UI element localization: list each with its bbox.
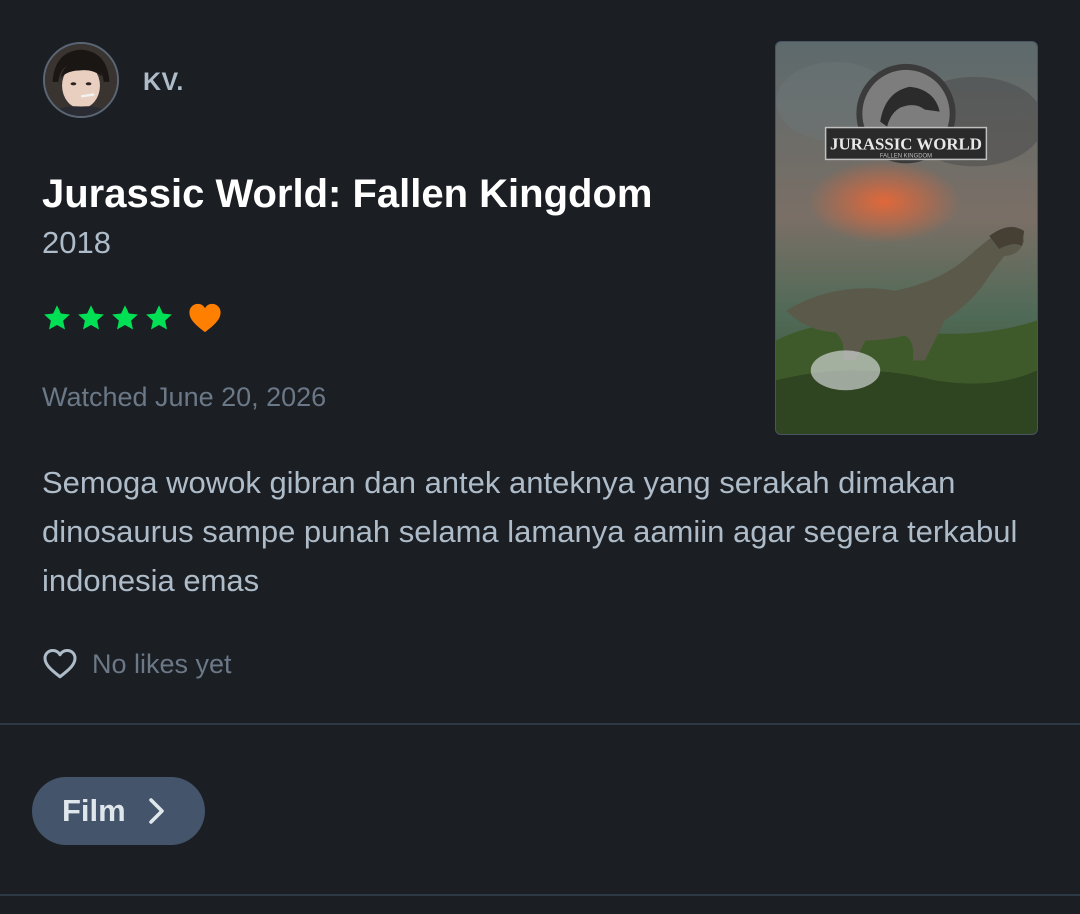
avatar-image (45, 44, 117, 116)
username[interactable]: KV. (143, 68, 184, 97)
film-poster[interactable]: JURASSIC WORLD FALLEN KINGDOM (775, 41, 1038, 435)
watched-date: Watched June 20, 2026 (42, 382, 327, 412)
chevron-right-icon (148, 798, 164, 824)
poster-logo-subtitle: FALLEN KINGDOM (880, 153, 932, 159)
likes-row[interactable]: No likes yet (42, 646, 232, 682)
poster-image: JURASSIC WORLD FALLEN KINGDOM (776, 42, 1037, 434)
star-icon (78, 305, 104, 330)
poster-logo-title: JURASSIC WORLD (830, 134, 982, 153)
likes-count-label: No likes yet (92, 648, 232, 679)
film-button[interactable]: Film (32, 777, 205, 845)
divider (0, 894, 1080, 896)
film-button-label: Film (62, 793, 126, 828)
rating (42, 302, 222, 334)
heart-outline-icon[interactable] (42, 646, 78, 682)
liked-heart-icon (189, 303, 221, 333)
user-avatar[interactable] (43, 42, 119, 118)
divider (0, 723, 1080, 725)
star-icon (44, 305, 70, 330)
review-text: Semoga wowok gibran dan antek anteknya y… (42, 465, 1018, 598)
film-year: 2018 (42, 225, 111, 260)
star-icon (146, 305, 172, 330)
film-title[interactable]: Jurassic World: Fallen Kingdom (42, 172, 652, 217)
star-icon (112, 305, 138, 330)
